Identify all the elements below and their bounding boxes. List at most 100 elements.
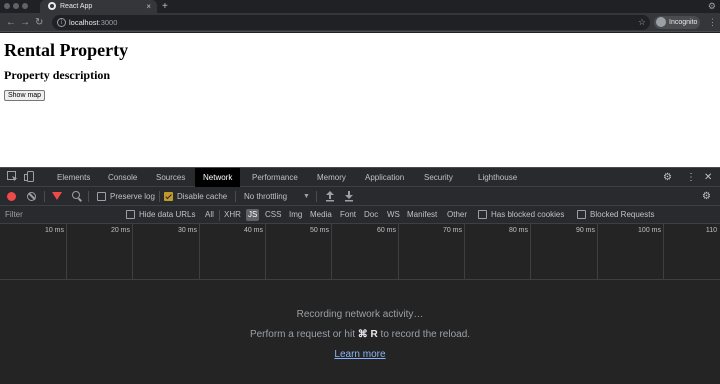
url-port: :3000 xyxy=(98,18,118,27)
timeline-gridline xyxy=(464,224,465,279)
timeline-gridline xyxy=(663,224,664,279)
type-filter-media[interactable]: Media xyxy=(310,206,332,224)
blocked-requests-label: Blocked Requests xyxy=(590,210,655,219)
type-filter-xhr[interactable]: XHR xyxy=(224,206,241,224)
timeline-tick-label: 60 ms xyxy=(376,227,396,234)
tab-security[interactable]: Security xyxy=(424,168,453,187)
back-arrow-icon[interactable]: ← xyxy=(6,15,16,30)
tab-network[interactable]: Network xyxy=(195,168,241,187)
timeline-tick-label: 40 ms xyxy=(243,227,263,234)
toolbar-divider xyxy=(235,191,236,202)
type-filter-manifest[interactable]: Manifest xyxy=(407,206,437,224)
toolbar-divider xyxy=(88,191,89,202)
type-filter-img[interactable]: Img xyxy=(289,206,302,224)
tab-application[interactable]: Application xyxy=(365,168,404,187)
has-blocked-cookies-label: Has blocked cookies xyxy=(491,210,565,219)
site-info-icon[interactable]: i xyxy=(57,18,66,27)
tab-lighthouse[interactable]: Lighthouse xyxy=(478,168,517,187)
toolbar-divider xyxy=(44,191,45,202)
import-har-icon[interactable] xyxy=(325,190,335,202)
throttling-caret-icon[interactable]: ▼ xyxy=(303,187,310,206)
timeline-tick-label: 110 xyxy=(705,227,717,234)
has-blocked-cookies-checkbox[interactable] xyxy=(478,210,487,219)
reload-hint-suffix: to record the reload. xyxy=(380,329,471,340)
toolbar-divider xyxy=(159,191,160,202)
show-map-button[interactable]: Show map xyxy=(4,90,46,101)
browser-tabstrip: React App × + ⚙ xyxy=(0,0,720,13)
url-host: localhost xyxy=(69,18,99,27)
network-overview-timeline[interactable]: 10 ms 20 ms 30 ms 40 ms 50 ms 60 ms 70 m… xyxy=(0,224,720,280)
reload-shortcut-keys: ⌘ R xyxy=(357,329,378,340)
inspect-element-icon[interactable] xyxy=(7,171,18,182)
tab-close-icon[interactable]: × xyxy=(146,1,151,12)
type-filter-other[interactable]: Other xyxy=(447,206,467,224)
extensions-gear-icon[interactable]: ⚙ xyxy=(708,0,716,13)
recording-status-text: Recording network activity… xyxy=(296,309,424,320)
timeline-tick-label: 70 ms xyxy=(442,227,462,234)
toolbar-divider xyxy=(316,191,317,202)
disable-cache-checkbox[interactable] xyxy=(164,192,173,201)
search-icon[interactable] xyxy=(72,191,80,199)
export-har-icon[interactable] xyxy=(344,190,354,202)
type-filter-font[interactable]: Font xyxy=(340,206,356,224)
page-title: Rental Property xyxy=(4,40,129,60)
devtools-settings-gear-icon[interactable]: ⚙ xyxy=(663,170,672,185)
incognito-icon xyxy=(656,17,666,27)
timeline-gridline xyxy=(597,224,598,279)
type-filter-all[interactable]: All xyxy=(205,206,214,224)
type-filter-ws[interactable]: WS xyxy=(387,206,400,224)
window-zoom-button[interactable] xyxy=(22,3,28,9)
incognito-label: Incognito xyxy=(669,19,698,26)
browser-tab[interactable]: React App × xyxy=(40,0,157,13)
timeline-gridline xyxy=(66,224,67,279)
tab-performance[interactable]: Performance xyxy=(252,168,298,187)
tab-title: React App xyxy=(60,3,93,10)
page-viewport: Rental Property Property description Sho… xyxy=(0,33,720,167)
reload-hint-prefix: Perform a request or hit xyxy=(249,329,355,340)
preserve-log-checkbox[interactable] xyxy=(97,192,106,201)
browser-toolbar: ← → ↻ i localhost:3000 ☆ Incognito ⋮ xyxy=(0,13,720,32)
devtools-menu-icon[interactable]: ⋮ xyxy=(686,170,696,185)
bookmark-star-icon[interactable]: ☆ xyxy=(638,16,646,29)
new-tab-button[interactable]: + xyxy=(162,0,168,13)
reload-icon[interactable]: ↻ xyxy=(35,15,43,30)
timeline-gridline xyxy=(265,224,266,279)
window-minimize-button[interactable] xyxy=(13,3,19,9)
timeline-tick-label: 80 ms xyxy=(508,227,528,234)
filter-funnel-icon[interactable] xyxy=(52,192,62,200)
network-settings-gear-icon[interactable]: ⚙ xyxy=(702,189,711,204)
network-empty-state: Recording network activity… Perform a re… xyxy=(0,280,720,384)
record-icon[interactable] xyxy=(7,192,16,201)
favicon-icon xyxy=(48,2,56,10)
address-bar[interactable]: i localhost:3000 ☆ xyxy=(52,15,650,30)
network-filter-bar: Filter Hide data URLs All XHR JS CSS Img… xyxy=(0,206,720,224)
clear-icon[interactable] xyxy=(27,192,36,201)
disable-cache-label: Disable cache xyxy=(177,192,228,201)
tab-sources[interactable]: Sources xyxy=(156,168,185,187)
timeline-gridline xyxy=(199,224,200,279)
learn-more-link[interactable]: Learn more xyxy=(0,348,720,361)
network-toolbar: Preserve log Disable cache No throttling… xyxy=(0,187,720,206)
timeline-tick-label: 100 ms xyxy=(638,227,661,234)
type-filter-js[interactable]: JS xyxy=(246,209,260,221)
blocked-requests-checkbox[interactable] xyxy=(577,210,586,219)
forward-arrow-icon[interactable]: → xyxy=(20,15,30,30)
browser-menu-icon[interactable]: ⋮ xyxy=(708,15,717,30)
type-filter-css[interactable]: CSS xyxy=(265,206,281,224)
tab-console[interactable]: Console xyxy=(108,168,137,187)
filter-divider xyxy=(219,210,220,221)
devtools-panel: Elements Console Sources Network Perform… xyxy=(0,167,720,384)
tab-memory[interactable]: Memory xyxy=(317,168,346,187)
throttling-select[interactable]: No throttling xyxy=(244,187,287,206)
timeline-tick-label: 10 ms xyxy=(44,227,64,234)
window-close-button[interactable] xyxy=(4,3,10,9)
devtools-close-icon[interactable]: ✕ xyxy=(704,170,712,185)
device-toolbar-icon[interactable] xyxy=(24,171,35,182)
type-filter-doc[interactable]: Doc xyxy=(364,206,378,224)
incognito-badge[interactable]: Incognito xyxy=(654,16,700,29)
tab-elements[interactable]: Elements xyxy=(57,168,90,187)
timeline-tick-label: 30 ms xyxy=(177,227,197,234)
timeline-tick-label: 50 ms xyxy=(309,227,329,234)
hide-data-urls-checkbox[interactable] xyxy=(126,210,135,219)
filter-input[interactable]: Filter xyxy=(3,208,118,222)
